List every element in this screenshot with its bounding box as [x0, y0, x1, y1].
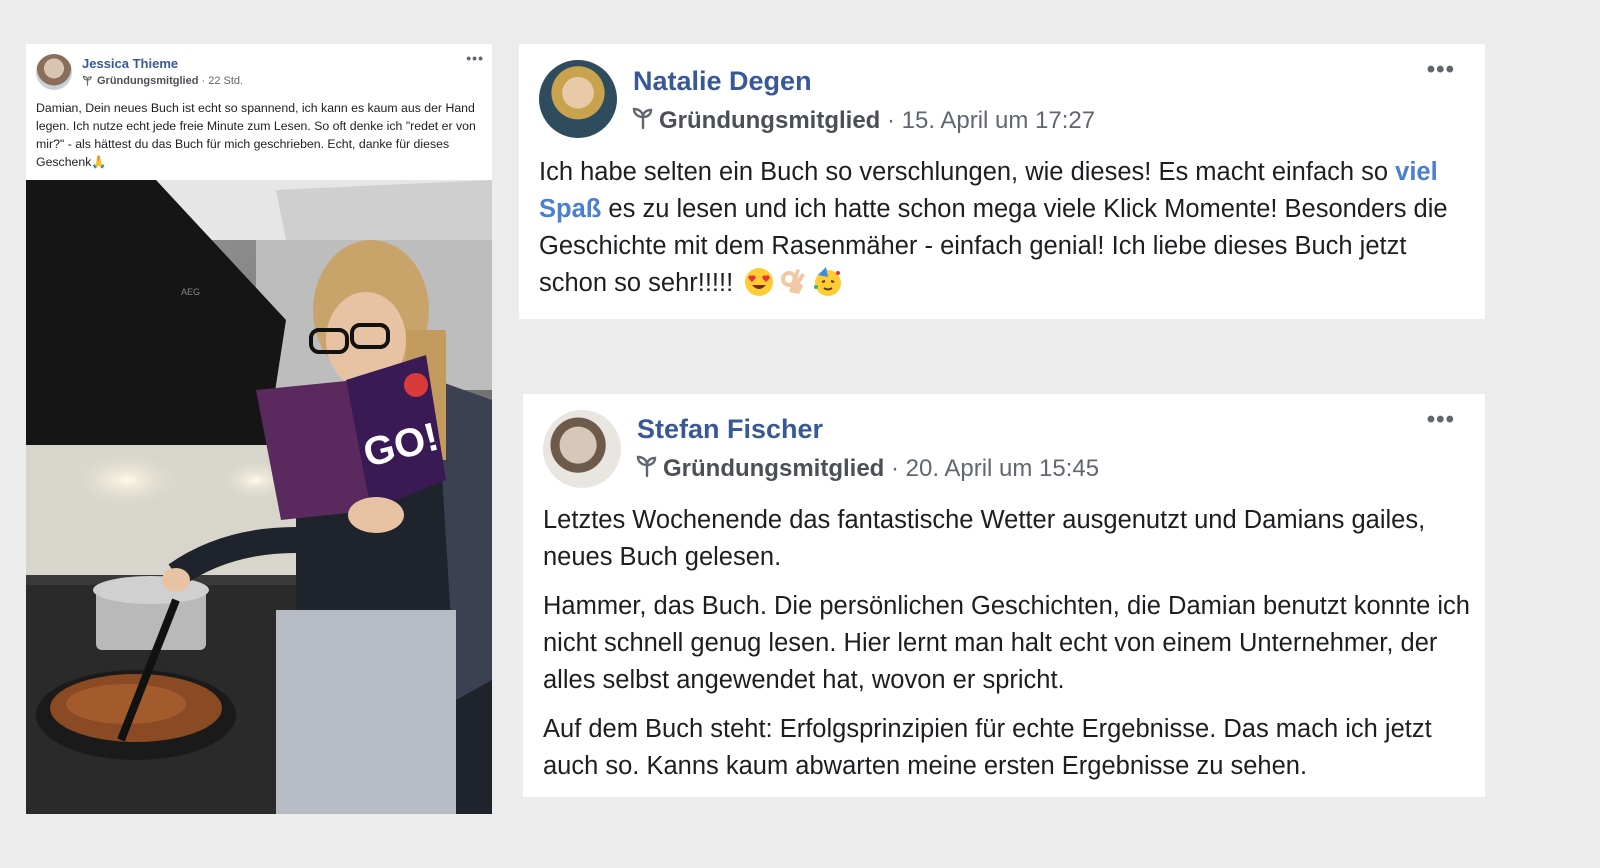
post-text-end: es zu lesen und ich hatte schon mega vie…: [539, 195, 1448, 297]
sprout-icon: [635, 454, 659, 485]
avatar[interactable]: [539, 60, 617, 138]
author-name[interactable]: Stefan Fischer: [637, 414, 823, 445]
heart-eyes-emoji: [744, 267, 774, 308]
post-paragraph: Auf dem Buch steht: Erfolgsprinzipien fü…: [543, 715, 1432, 780]
post-paragraph: Hammer, das Buch. Die persönlichen Gesch…: [543, 592, 1470, 694]
author-name[interactable]: Jessica Thieme: [82, 56, 178, 71]
member-badge: Gründungsmitglied: [97, 75, 199, 87]
post-card-stefan: Stefan Fischer Gründungsmitglied · 20. A…: [523, 394, 1485, 797]
post-meta: Gründungsmitglied · 15. April um 17:27: [631, 106, 1095, 137]
post-time[interactable]: · 22 Std.: [202, 75, 244, 87]
post-card-jessica: Jessica Thieme Gründungsmitglied · 22 St…: [26, 44, 492, 814]
member-badge: Gründungsmitglied: [659, 107, 881, 134]
party-face-emoji: [812, 265, 844, 308]
post-paragraph: Letztes Wochenende das fantastische Wett…: [543, 506, 1426, 571]
avatar[interactable]: [543, 410, 621, 488]
sprout-icon: [631, 106, 655, 137]
author-name[interactable]: Natalie Degen: [633, 66, 812, 97]
sprout-icon: [82, 75, 93, 89]
post-text: Damian, Dein neues Buch ist echt so span…: [36, 101, 476, 169]
more-options-button[interactable]: •••: [1427, 406, 1455, 434]
post-time[interactable]: · 20. April um 15:45: [891, 455, 1099, 482]
avatar[interactable]: [36, 54, 72, 90]
member-badge: Gründungsmitglied: [663, 455, 885, 482]
more-options-button[interactable]: •••: [1427, 56, 1455, 84]
post-meta: Gründungsmitglied · 22 Std.: [82, 75, 243, 89]
post-card-natalie: Natalie Degen Gründungsmitglied · 15. Ap…: [519, 44, 1485, 319]
post-photo[interactable]: AEG GO!: [26, 180, 492, 814]
post-text: Ich habe selten ein Buch so verschlungen…: [539, 154, 1469, 308]
ok-hand-emoji: [778, 267, 808, 308]
post-meta: Gründungsmitglied · 20. April um 15:45: [635, 454, 1099, 485]
hood-brand: AEG: [181, 287, 200, 297]
post-text-start: Ich habe selten ein Buch so verschlungen…: [539, 158, 1396, 186]
post-text: Letztes Wochenende das fantastische Wett…: [543, 502, 1473, 797]
more-options-button[interactable]: •••: [466, 50, 484, 66]
post-time[interactable]: · 15. April um 17:27: [887, 107, 1095, 134]
